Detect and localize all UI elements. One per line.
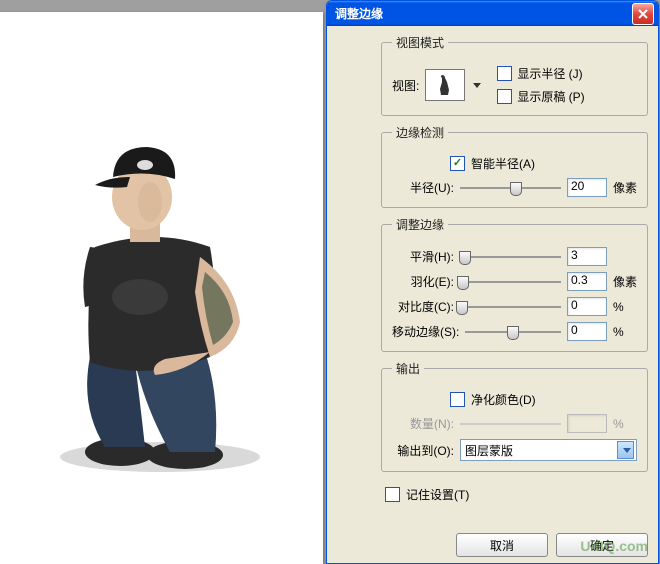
output-legend: 输出 [392, 360, 424, 377]
output-to-select[interactable]: 图层蒙版 [460, 439, 637, 461]
dialog-content: 视图模式 视图: 显示半径 (J) 显示原稿 (P) [327, 26, 658, 509]
canvas-area [0, 12, 323, 564]
chevron-down-icon[interactable] [617, 441, 634, 459]
smooth-input[interactable]: 3 [567, 247, 607, 266]
show-original-checkbox[interactable] [497, 89, 512, 104]
smooth-label: 平滑(H): [392, 248, 454, 265]
dialog-footer: 取消 确定 [456, 533, 648, 557]
radius-unit: 像素 [613, 179, 637, 196]
view-label: 视图: [392, 77, 419, 94]
output-to-label: 输出到(O): [392, 442, 454, 459]
shift-edge-unit: % [613, 325, 637, 339]
shift-edge-slider[interactable] [465, 324, 561, 340]
radius-label: 半径(U): [392, 179, 454, 196]
chevron-down-icon[interactable] [473, 83, 481, 88]
person-image [35, 107, 285, 477]
amount-input [567, 414, 607, 433]
edge-detection-group: 边缘检测 智能半径(A) 半径(U): 20 像素 [381, 124, 648, 208]
feather-input[interactable]: 0.3 [567, 272, 607, 291]
radius-slider[interactable] [460, 180, 561, 196]
edge-detection-legend: 边缘检测 [392, 124, 448, 141]
smooth-slider[interactable] [460, 249, 561, 265]
show-radius-label: 显示半径 (J) [517, 65, 582, 82]
contrast-unit: % [613, 300, 637, 314]
amount-unit: % [613, 417, 637, 431]
purify-colors-label: 净化颜色(D) [471, 391, 536, 408]
adjust-edge-group: 调整边缘 平滑(H): 3 羽化(E): 0.3 像素 对比度(C): 0 % … [381, 216, 648, 352]
shift-edge-input[interactable]: 0 [567, 322, 607, 341]
show-radius-checkbox[interactable] [497, 66, 512, 81]
shift-edge-label: 移动边缘(S): [392, 323, 459, 340]
view-mode-legend: 视图模式 [392, 34, 448, 51]
contrast-input[interactable]: 0 [567, 297, 607, 316]
output-to-value: 图层蒙版 [465, 442, 513, 459]
feather-unit: 像素 [613, 273, 637, 290]
remember-settings-label: 记住设置(T) [406, 486, 469, 503]
view-thumbnail-dropdown[interactable] [425, 69, 465, 101]
smart-radius-label: 智能半径(A) [471, 155, 535, 172]
feather-label: 羽化(E): [392, 273, 454, 290]
cancel-button[interactable]: 取消 [456, 533, 548, 557]
canvas-content [0, 12, 323, 564]
close-button[interactable] [632, 3, 654, 25]
dialog-title: 调整边缘 [335, 5, 383, 22]
ok-button[interactable]: 确定 [556, 533, 648, 557]
adjust-edge-legend: 调整边缘 [392, 216, 448, 233]
refine-edge-dialog: 调整边缘 视图模式 视图: 显示半径 (J) [326, 0, 659, 564]
remember-settings-checkbox[interactable] [385, 487, 400, 502]
amount-slider [460, 416, 561, 432]
radius-input[interactable]: 20 [567, 178, 607, 197]
amount-label: 数量(N): [392, 415, 454, 432]
view-mode-group: 视图模式 视图: 显示半径 (J) 显示原稿 (P) [381, 34, 648, 116]
output-group: 输出 净化颜色(D) 数量(N): % 输出到(O): 图层蒙版 [381, 360, 648, 472]
purify-colors-checkbox[interactable] [450, 392, 465, 407]
show-original-label: 显示原稿 (P) [517, 88, 584, 105]
contrast-slider[interactable] [460, 299, 561, 315]
smart-radius-checkbox[interactable] [450, 156, 465, 171]
contrast-label: 对比度(C): [392, 298, 454, 315]
feather-slider[interactable] [460, 274, 561, 290]
dialog-titlebar[interactable]: 调整边缘 [327, 1, 658, 26]
